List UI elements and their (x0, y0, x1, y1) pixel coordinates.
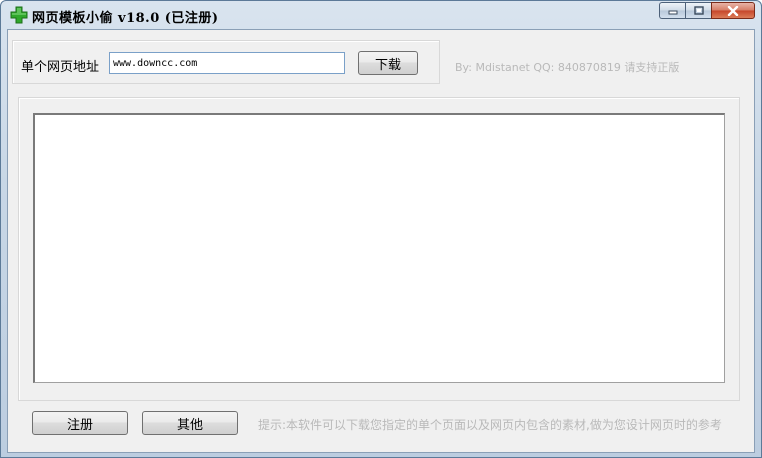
maximize-icon (693, 6, 704, 15)
minimize-icon (668, 10, 677, 14)
other-button[interactable]: 其他 (142, 411, 238, 435)
url-label: 单个网页地址 (21, 60, 100, 75)
title-bar[interactable]: 网页模板小偷 v18.0 (已注册) (1, 1, 761, 29)
download-button[interactable]: 下载 (358, 51, 418, 75)
caption-buttons (659, 2, 755, 20)
output-textarea[interactable] (33, 113, 725, 383)
url-input[interactable] (109, 52, 345, 74)
maximize-button[interactable] (685, 2, 711, 19)
close-icon (727, 5, 739, 16)
close-button[interactable] (711, 2, 755, 19)
minimize-button[interactable] (659, 2, 685, 19)
register-button[interactable]: 注册 (32, 411, 128, 435)
green-plus-icon (10, 6, 28, 24)
hint-text: 提示:本软件可以下载您指定的单个页面以及网页内包含的素材,做为您设计网页时的参考 (258, 418, 722, 432)
window-title: 网页模板小偷 v18.0 (已注册) (32, 11, 219, 26)
app-window: 网页模板小偷 v18.0 (已注册) 单个网页地址 www.downcc.com… (0, 0, 762, 458)
client-area: 单个网页地址 下载 By: Mdistanet QQ: 840870819 请支… (7, 29, 755, 453)
credits-text: By: Mdistanet QQ: 840870819 请支持正版 (455, 61, 680, 74)
